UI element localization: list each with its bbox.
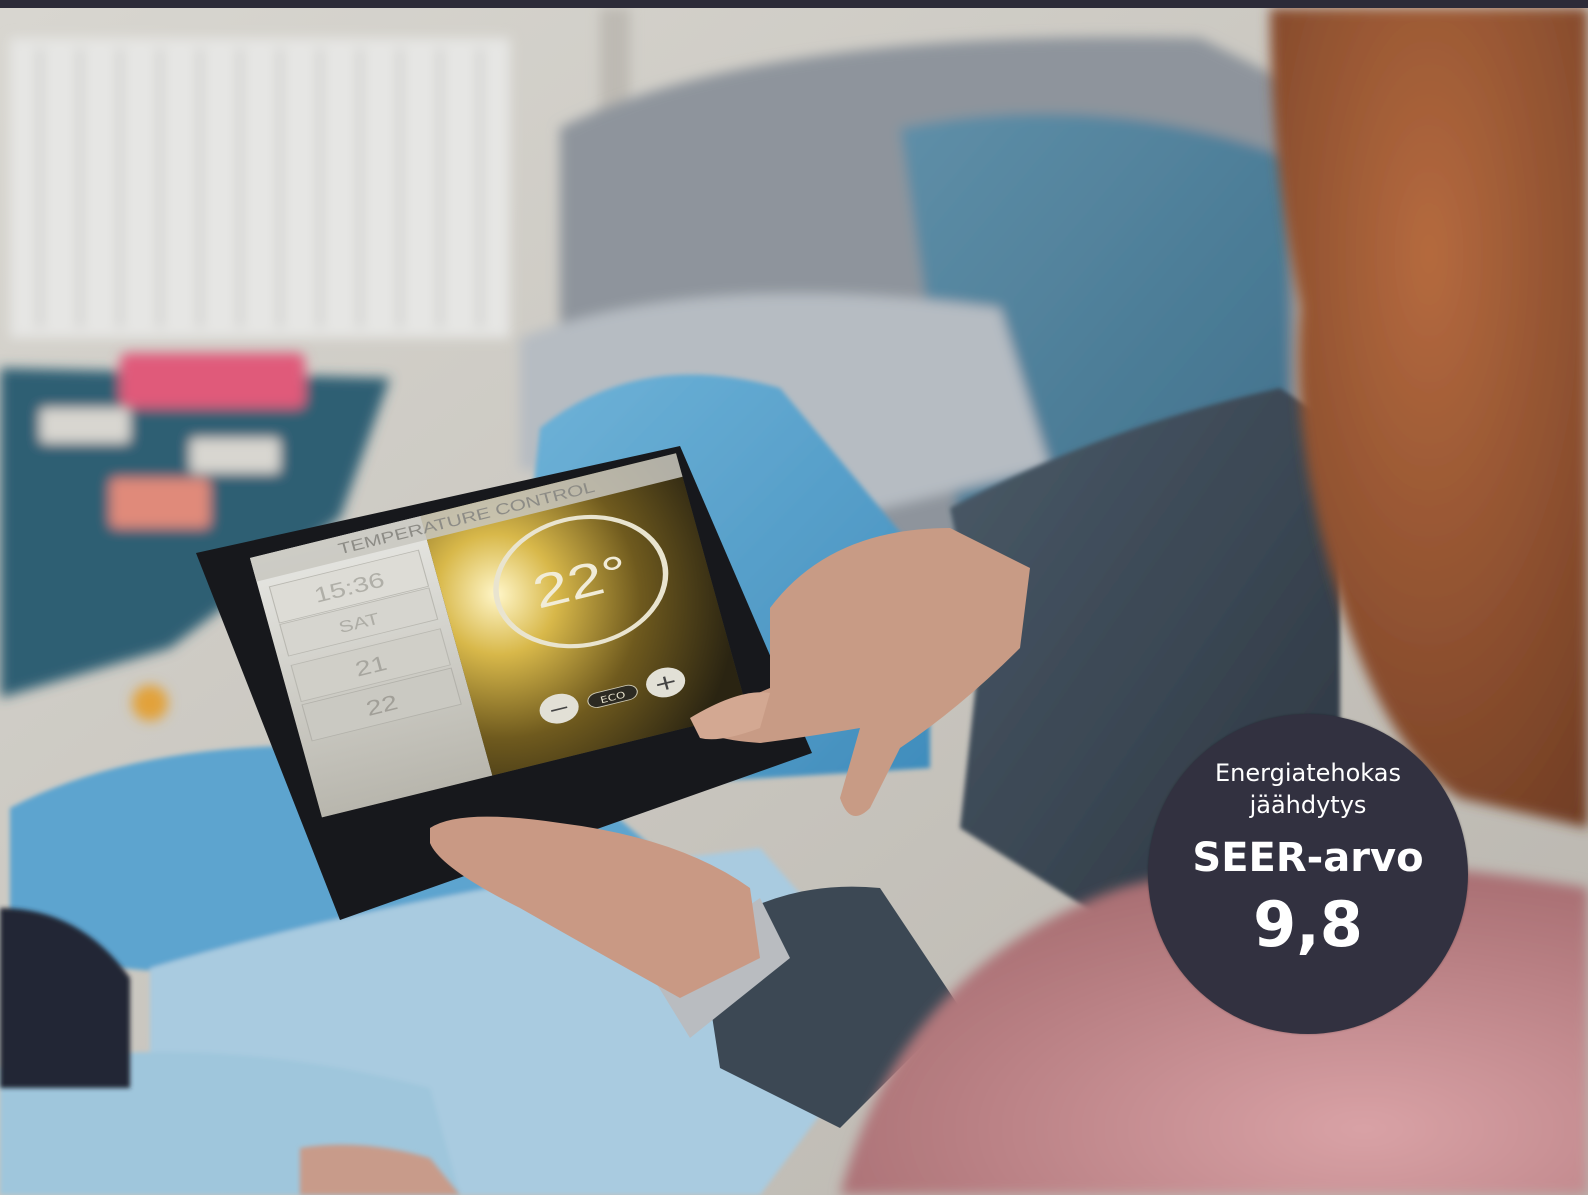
seer-badge: Energiatehokas jäähdytys SEER-arvo 9,8 [1148,714,1468,1034]
badge-line-3: SEER-arvo [1192,835,1424,881]
badge-line-2: jäähdytys [1249,791,1367,819]
badge-line-1: Energiatehokas [1215,759,1401,787]
badge-value: 9,8 [1253,888,1363,961]
